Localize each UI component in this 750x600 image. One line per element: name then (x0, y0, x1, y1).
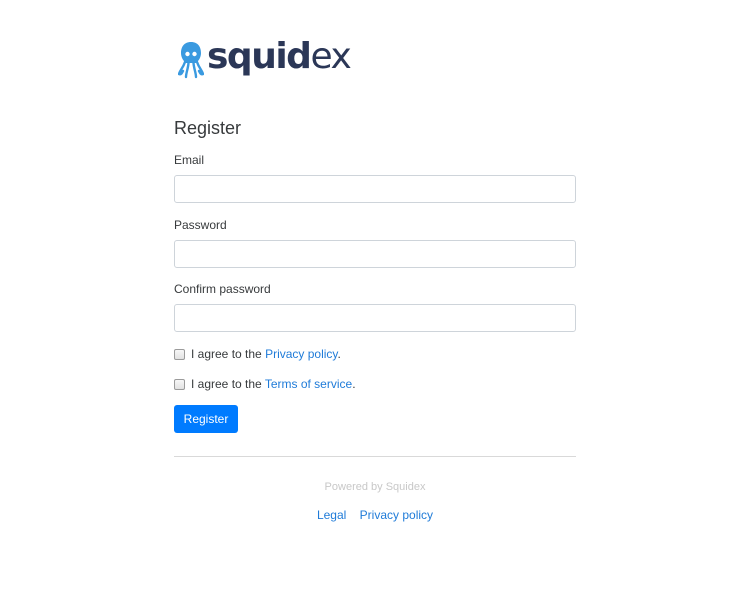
page-title: Register (174, 118, 242, 138)
privacy-agreement-row: I agree to the Privacy policy. (174, 346, 341, 362)
logo-wordmark: squidex (207, 36, 352, 77)
privacy-policy-link[interactable]: Privacy policy (265, 347, 337, 361)
divider (174, 456, 576, 457)
password-field[interactable] (174, 240, 576, 268)
terms-of-service-link[interactable]: Terms of service (265, 377, 352, 391)
terms-checkbox[interactable] (174, 378, 185, 390)
logo-wordmark-suffix: ex (310, 36, 351, 77)
email-label: Email (174, 153, 205, 167)
squidex-logo: squidex (178, 36, 352, 80)
email-field[interactable] (174, 175, 576, 203)
footer-links: Legal Privacy policy (174, 508, 576, 522)
privacy-prefix: I agree to the (191, 347, 266, 361)
register-page: squidex Register Email Password Confirm … (0, 0, 750, 600)
terms-agreement-row: I agree to the Terms of service. (174, 376, 356, 392)
squid-logo-icon (178, 42, 204, 79)
footer-link-privacy-policy[interactable]: Privacy policy (360, 508, 433, 522)
confirm-password-label: Confirm password (174, 282, 271, 296)
privacy-checkbox[interactable] (174, 348, 185, 360)
terms-suffix: . (352, 377, 356, 391)
register-button[interactable]: Register (174, 405, 238, 433)
powered-by-text: Powered by Squidex (324, 481, 426, 493)
confirm-password-field[interactable] (174, 304, 576, 332)
logo-wordmark-main: squid (207, 36, 312, 77)
terms-agreement-text: I agree to the Terms of service. (191, 377, 356, 391)
password-label: Password (174, 218, 227, 232)
privacy-suffix: . (337, 347, 341, 361)
terms-prefix: I agree to the (191, 377, 265, 391)
footer-link-legal[interactable]: Legal (317, 508, 346, 522)
privacy-agreement-text: I agree to the Privacy policy. (191, 347, 341, 361)
